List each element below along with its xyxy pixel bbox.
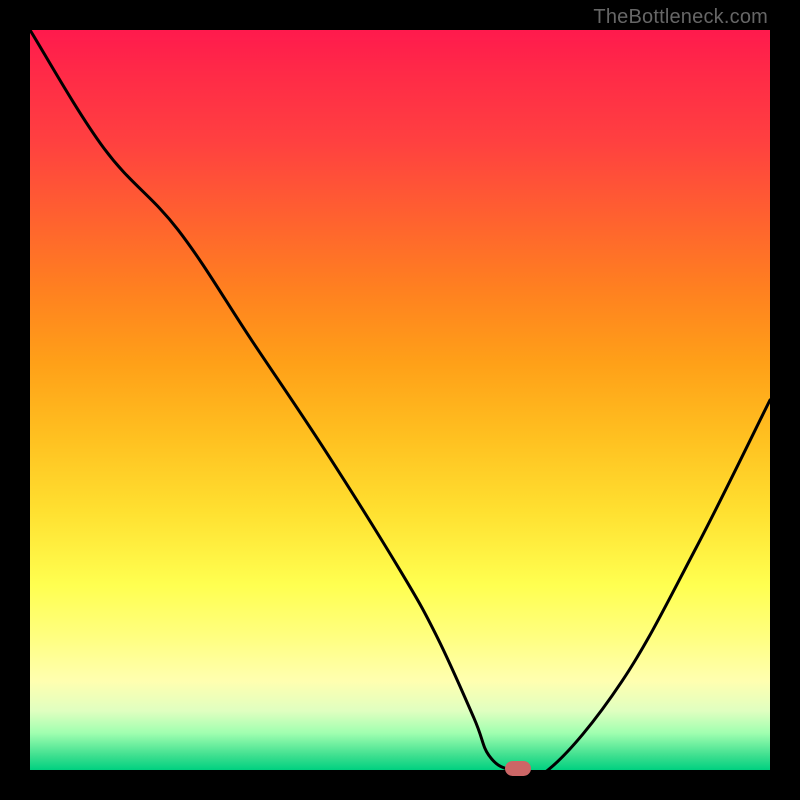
watermark-text: TheBottleneck.com <box>593 6 768 29</box>
bottleneck-curve <box>30 30 770 770</box>
chart-container: TheBottleneck.com <box>0 0 800 800</box>
optimal-point-marker <box>505 761 531 776</box>
